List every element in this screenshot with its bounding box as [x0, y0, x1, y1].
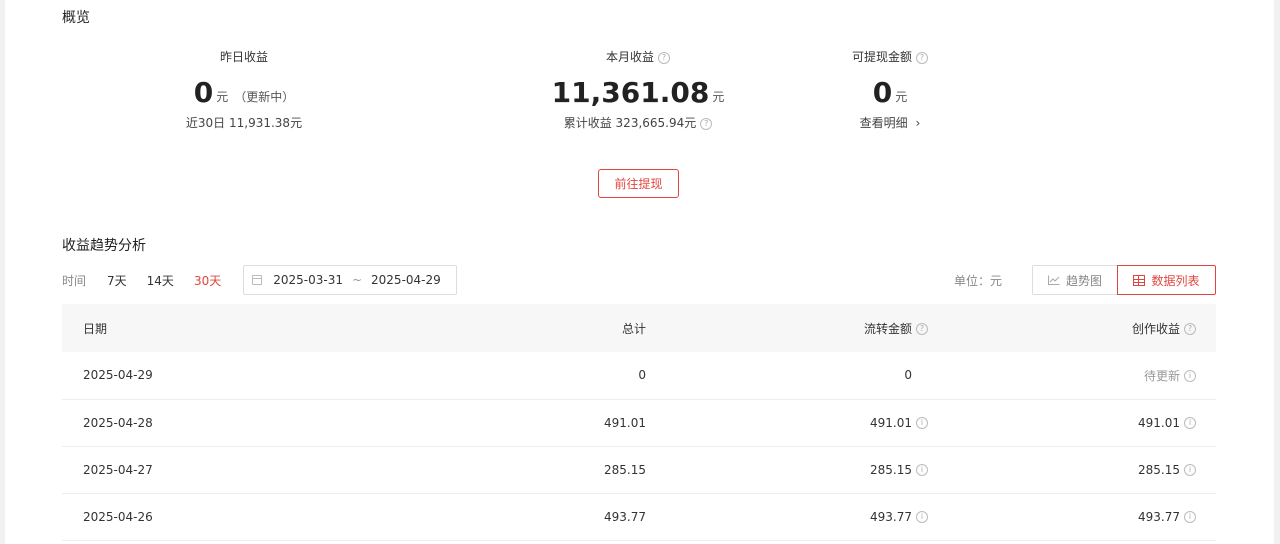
cell-flow-value: 491.01	[870, 415, 912, 430]
yesterday-value-row: 0 元 （更新中）	[114, 74, 374, 108]
month-label-row: 本月收益?	[508, 48, 768, 66]
column-creation: 创作收益?	[928, 304, 1216, 352]
info-circle-icon[interactable]: i	[1184, 370, 1196, 383]
unit-label: 单位：元	[954, 274, 1003, 288]
cell-date: 2025-04-28	[62, 399, 362, 447]
column-total: 总计	[362, 304, 646, 352]
withdraw-button[interactable]: 前往提现	[598, 169, 679, 198]
date-range-picker[interactable]: 2025-03-31 ~ 2025-04-29	[243, 265, 458, 295]
date-start: 2025-03-31	[273, 273, 343, 287]
month-value-row: 11,361.08 元	[508, 74, 768, 108]
cell-creation-value: 待更新	[1143, 368, 1180, 383]
cell-creation: 493.77 i	[928, 493, 1216, 541]
total-earnings: 累计收益 323,665.94元	[563, 116, 697, 130]
cell-total: 0	[362, 352, 646, 400]
column-flow: 流转金额?	[646, 304, 928, 352]
withdrawable-label-row: 可提现金额?	[760, 48, 1020, 66]
right-scrollbar[interactable]	[1274, 0, 1280, 544]
table-header-row: 日期 总计 流转金额? 创作收益?	[62, 304, 1216, 352]
month-earnings: 本月收益? 11,361.08 元 累计收益 323,665.94元?	[508, 48, 768, 131]
cell-flow-value: 493.77	[870, 509, 912, 524]
trend-chart-button[interactable]: 趋势图	[1032, 265, 1118, 295]
info-circle-icon[interactable]: i	[916, 464, 928, 476]
table-icon	[1133, 274, 1146, 286]
cell-flow: 0	[646, 352, 928, 400]
cell-flow-value: 285.15	[870, 462, 912, 477]
month-label: 本月收益	[605, 50, 654, 64]
cell-total: 493.77	[362, 493, 646, 541]
trend-title: 收益趋势分析	[62, 238, 146, 254]
chevron-right-icon: ›	[915, 116, 921, 130]
range-30-days[interactable]: 30天	[194, 272, 221, 289]
data-list-label: 数据列表	[1151, 273, 1200, 288]
column-creation-label: 创作收益	[1131, 321, 1180, 336]
column-flow-label: 流转金额	[863, 321, 912, 336]
help-circle-icon[interactable]: ?	[916, 323, 928, 335]
withdrawable-value: 0	[872, 76, 893, 109]
yesterday-earnings: 昨日收益 0 元 （更新中） 近30日 11,931.38元	[114, 48, 374, 131]
table-row: 2025-04-29 0 0 待更新 i	[62, 352, 1216, 400]
month-value: 11,361.08	[551, 76, 710, 109]
help-circle-icon[interactable]: ?	[700, 117, 713, 130]
cell-flow: 493.77 i	[646, 493, 928, 541]
cell-creation: 待更新 i	[928, 352, 1216, 400]
info-circle-icon[interactable]: i	[1184, 464, 1196, 476]
cell-flow: 491.01 i	[646, 399, 928, 447]
withdrawable-amount: 可提现金额? 0 元 查看明细 ›	[760, 48, 1020, 131]
cell-creation-value: 285.15	[1138, 462, 1180, 477]
month-unit: 元	[712, 90, 725, 104]
cell-total: 491.01	[362, 399, 646, 447]
yesterday-value: 0	[193, 76, 214, 109]
filter-bar: 时间 7天 14天 30天 2025-03-31 ~ 2025-04-29	[62, 265, 458, 295]
cell-date: 2025-04-29	[62, 352, 362, 400]
view-details-link[interactable]: 查看明细 ›	[760, 114, 1020, 131]
view-details-label: 查看明细	[859, 116, 908, 130]
cell-creation-value: 493.77	[1138, 509, 1180, 524]
date-separator: ~	[351, 273, 363, 287]
range-14-days[interactable]: 14天	[147, 272, 174, 289]
range-7-days[interactable]: 7天	[107, 272, 127, 289]
yesterday-note: （更新中）	[234, 90, 295, 104]
overview-title: 概览	[62, 10, 90, 26]
line-chart-icon	[1047, 275, 1060, 285]
info-circle-icon[interactable]: i	[916, 511, 928, 523]
yesterday-sub: 近30日 11,931.38元	[185, 116, 303, 130]
calendar-icon	[252, 275, 263, 285]
month-sub-row: 累计收益 323,665.94元?	[508, 114, 768, 131]
info-circle-icon[interactable]: i	[916, 417, 928, 429]
earnings-page: 概览 昨日收益 0 元 （更新中） 近30日 11,931.38元 本月收益? …	[0, 0, 1280, 544]
table-row: 2025-04-26 493.77 493.77 i 493.77 i	[62, 493, 1216, 541]
cell-date: 2025-04-27	[62, 446, 362, 494]
withdrawable-label: 可提现金额	[851, 50, 912, 64]
table-row: 2025-04-27 285.15 285.15 i 285.15 i	[62, 446, 1216, 494]
help-circle-icon[interactable]: ?	[916, 51, 928, 64]
cell-creation-value: 491.01	[1138, 415, 1180, 430]
data-list-button[interactable]: 数据列表	[1117, 265, 1216, 295]
date-end: 2025-04-29	[371, 273, 441, 287]
cell-date: 2025-04-26	[62, 493, 362, 541]
cell-flow: 285.15 i	[646, 446, 928, 494]
column-date: 日期	[62, 304, 362, 352]
yesterday-label: 昨日收益	[219, 50, 268, 64]
cell-creation: 491.01 i	[928, 399, 1216, 447]
info-circle-icon[interactable]: i	[1184, 417, 1196, 429]
cell-total: 285.15	[362, 446, 646, 494]
earnings-table: 日期 总计 流转金额? 创作收益? 2025-04-29 0 0 待更新 i 20…	[62, 304, 1216, 541]
withdrawable-unit: 元	[895, 90, 908, 104]
yesterday-unit: 元	[216, 90, 229, 104]
help-circle-icon[interactable]: ?	[1184, 323, 1196, 335]
cell-flow-value: 0	[904, 368, 912, 383]
cell-creation: 285.15 i	[928, 446, 1216, 494]
time-label: 时间	[62, 273, 87, 288]
info-circle-icon[interactable]: i	[1184, 511, 1196, 523]
help-circle-icon[interactable]: ?	[658, 51, 670, 64]
left-gutter	[0, 0, 5, 544]
trend-chart-label: 趋势图	[1065, 273, 1102, 288]
table-row: 2025-04-28 491.01 491.01 i 491.01 i	[62, 399, 1216, 447]
withdrawable-value-row: 0 元	[760, 74, 1020, 108]
